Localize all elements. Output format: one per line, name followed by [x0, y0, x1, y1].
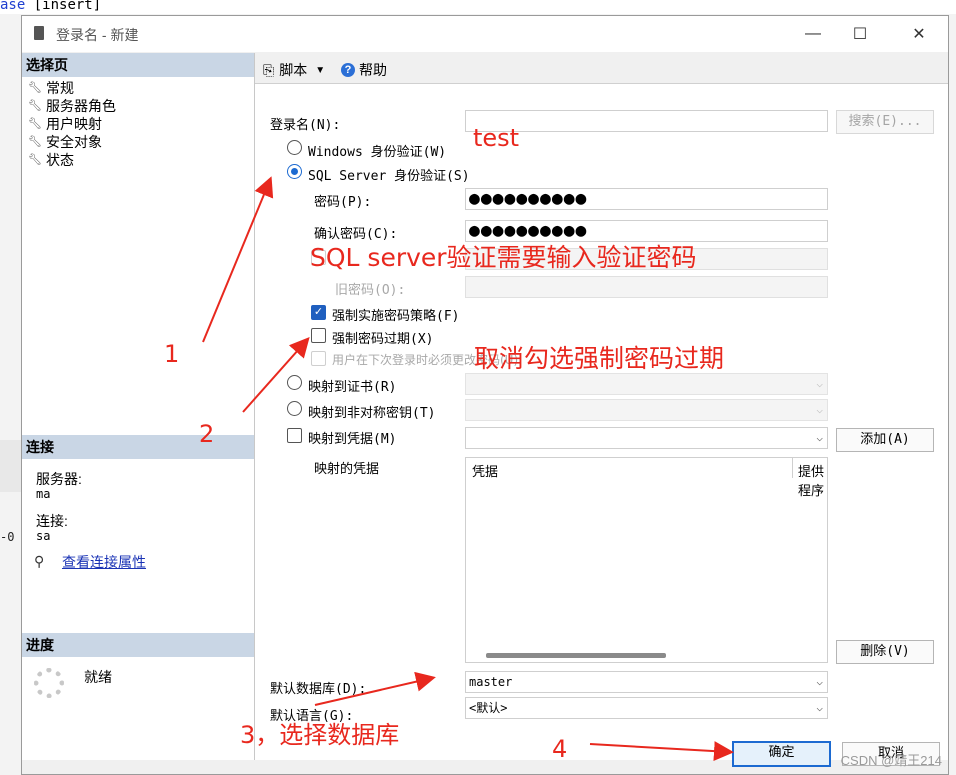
horizontal-scrollbar[interactable] [486, 653, 666, 658]
chevron-down-icon: ▼ [315, 64, 326, 76]
page-label: 安全对象 [46, 134, 102, 150]
page-item-securables[interactable]: 🔧︎ 安全对象 [28, 133, 102, 151]
default-language-select[interactable]: <默认> ⌵ [465, 697, 828, 719]
asym-key-select[interactable]: ⌵ [465, 399, 828, 421]
map-credential-label: 映射到凭据(M) [308, 432, 397, 447]
ok-button[interactable]: 确定 [732, 741, 831, 767]
password-label: 密码(P): [314, 195, 372, 210]
grid-col-credential: 凭据 [472, 464, 499, 479]
chevron-down-icon: ⌵ [816, 675, 823, 688]
help-label: 帮助 [359, 62, 387, 78]
editor-line-fragment: -0 [0, 530, 15, 544]
chevron-down-icon: ⌵ [816, 377, 823, 390]
page-item-status[interactable]: 🔧︎ 状态 [28, 151, 74, 169]
connection-header: 连接 [22, 435, 254, 459]
annotation-step-2: 2 [199, 420, 215, 448]
default-language-value: <默认> [469, 701, 508, 715]
windows-auth-radio[interactable] [287, 140, 302, 155]
map-asym-key-label: 映射到非对称密钥(T) [308, 406, 436, 421]
toolbar: ⎘ 脚本 ▼ ? 帮助 [255, 53, 948, 84]
certificate-select[interactable]: ⌵ [465, 373, 828, 395]
map-credential-checkbox[interactable] [287, 428, 302, 443]
annotation-uncheck-expiration: 取消勾选强制密码过期 [474, 344, 725, 373]
editor-code-line: ase [insert] [0, 0, 101, 13]
progress-header: 进度 [22, 633, 254, 657]
wrench-icon: 🔧︎ [28, 136, 42, 148]
sql-auth-label: SQL Server 身份验证(S) [308, 169, 470, 184]
page-item-general[interactable]: 🔧︎ 常规 [28, 79, 74, 97]
must-change-checkbox[interactable] [311, 351, 326, 366]
progress-status: 就绪 [84, 669, 112, 685]
enforce-expiration-label: 强制密码过期(X) [332, 332, 434, 347]
wrench-icon: 🔧︎ [28, 100, 42, 112]
mapped-credentials-label: 映射的凭据 [314, 462, 380, 477]
page-label: 用户映射 [46, 116, 102, 132]
view-connection-properties-link[interactable]: 查看连接属性 [62, 552, 146, 572]
server-value: ma [36, 487, 51, 501]
progress-spinner-icon [34, 668, 64, 698]
editor-gutter-band [0, 440, 22, 492]
script-label: 脚本 [279, 62, 308, 78]
editor-code-rest: [insert] [25, 0, 102, 13]
page-label: 状态 [46, 152, 74, 168]
default-database-select[interactable]: master ⌵ [465, 671, 828, 693]
page-item-user-mapping[interactable]: 🔧︎ 用户映射 [28, 115, 102, 133]
minimize-button[interactable]: — [790, 16, 836, 52]
enforce-policy-label: 强制实施密码策略(F) [332, 309, 460, 324]
script-icon: ⎘ [263, 61, 275, 78]
password-input[interactable]: ●●●●●●●●●● [465, 188, 828, 210]
title-bar[interactable]: 登录名 - 新建 — ☐ ✕ [22, 16, 948, 52]
annotation-step-4: 4 [552, 735, 568, 763]
connection-label: 连接: [36, 513, 68, 529]
connection-plug-icon: ⚲ [34, 553, 45, 569]
windows-auth-label: Windows 身份验证(W) [308, 145, 447, 160]
wrench-icon: 🔧︎ [28, 82, 42, 94]
old-password-label: 旧密码(O): [335, 283, 406, 298]
server-label: 服务器: [36, 471, 82, 487]
left-panel: 选择页 🔧︎ 常规 🔧︎ 服务器角色 🔧︎ 用户映射 🔧︎ 安全对象 🔧︎ 状态 连接 服… [22, 53, 255, 760]
connection-value: sa [36, 529, 51, 543]
chevron-down-icon: ⌵ [816, 701, 823, 714]
annotation-step-3: 3，选择数据库 [240, 721, 400, 749]
select-page-header: 选择页 [22, 53, 254, 77]
add-button[interactable]: 添加(A) [836, 428, 934, 452]
grid-column-divider [792, 458, 793, 478]
page-label: 常规 [46, 80, 74, 96]
enforce-expiration-checkbox[interactable] [311, 328, 326, 343]
close-button[interactable]: ✕ [896, 16, 942, 52]
maximize-button[interactable]: ☐ [837, 16, 883, 52]
old-password-input[interactable] [465, 276, 828, 298]
credential-select[interactable]: ⌵ [465, 427, 828, 449]
wrench-icon: 🔧︎ [28, 154, 42, 166]
annotation-test: test [473, 124, 520, 152]
login-name-label: 登录名(N): [270, 118, 341, 133]
search-button[interactable]: 搜索(E)... [836, 110, 934, 134]
page-item-server-roles[interactable]: 🔧︎ 服务器角色 [28, 97, 116, 115]
default-database-label: 默认数据库(D): [270, 682, 367, 697]
editor-top-strip: ase [insert] [0, 0, 956, 14]
page-label: 服务器角色 [46, 98, 116, 114]
csdn-watermark: CSDN @靖王214 [840, 753, 942, 768]
enforce-policy-checkbox[interactable]: ✓ [311, 305, 326, 320]
window-title: 登录名 - 新建 [56, 27, 139, 43]
annotation-step-1: 1 [164, 340, 180, 368]
map-cert-label: 映射到证书(R) [308, 380, 397, 395]
map-cert-radio[interactable] [287, 375, 302, 390]
default-database-value: master [469, 675, 513, 689]
wrench-icon: 🔧︎ [28, 118, 42, 130]
chevron-down-icon: ⌵ [816, 431, 823, 444]
login-name-input[interactable] [465, 110, 828, 132]
editor-keyword: ase [0, 0, 26, 13]
map-asym-key-radio[interactable] [287, 401, 302, 416]
annotation-sql-password: SQL server验证需要输入验证密码 [310, 243, 697, 272]
help-button[interactable]: ? 帮助 [341, 60, 387, 80]
chevron-down-icon: ⌵ [816, 403, 823, 416]
app-icon [34, 26, 44, 40]
grid-col-provider: 提供程序 [798, 464, 825, 498]
script-button[interactable]: ⎘ 脚本 ▼ [263, 60, 325, 80]
sql-auth-radio[interactable] [287, 164, 302, 179]
remove-button[interactable]: 删除(V) [836, 640, 934, 664]
mapped-credentials-grid[interactable]: 凭据 提供程序 [465, 457, 828, 663]
help-icon: ? [341, 63, 355, 77]
